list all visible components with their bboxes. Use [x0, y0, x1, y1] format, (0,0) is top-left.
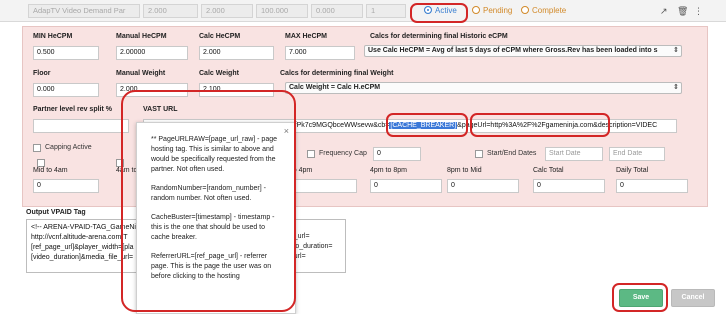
calc-total-label: Calc Total	[533, 167, 564, 174]
weight-calc-label: Calcs for determining final Weight	[280, 70, 394, 77]
external-link-icon[interactable]: ↗	[660, 6, 668, 16]
historic-calc-select[interactable]: Use Calc HeCPM = Avg of last 5 days of e…	[364, 45, 682, 57]
trash-icon[interactable]: 🗑	[677, 6, 688, 16]
calc-total-input[interactable]: 0	[533, 179, 605, 193]
max-hecpm-label: MAX HeCPM	[285, 33, 328, 40]
select-arrows-icon: ⇕	[673, 47, 679, 54]
partner-rev-split-input[interactable]	[33, 119, 129, 133]
manual-hecpm-input[interactable]: 2.00000	[116, 46, 188, 60]
weight-calc-select[interactable]: Calc Weight = Calc H.eCPM ⇕	[285, 82, 682, 94]
floor-input[interactable]: 0.000	[33, 83, 99, 97]
value-cell-3[interactable]: 100.000	[256, 4, 308, 18]
manual-weight-input[interactable]: 2.000	[116, 83, 188, 97]
min-hecpm-label: MIN HeCPM	[33, 33, 73, 40]
manual-hecpm-label: Manual HeCPM	[116, 33, 167, 40]
capping-active-label: Capping Active	[45, 144, 92, 151]
start-date-input[interactable]: Start Date	[545, 147, 603, 161]
4pm-to-8pm-input[interactable]: 0	[370, 179, 442, 193]
vast-url-label: VAST URL	[143, 106, 178, 113]
status-pending-radio[interactable]: Pending	[472, 5, 512, 17]
start-end-dates-checkbox[interactable]	[475, 150, 483, 158]
calc-weight-label: Calc Weight	[199, 70, 239, 77]
select-arrows-icon: ⇕	[673, 84, 679, 91]
4pm-to-8pm-label: 4pm to 8pm	[370, 167, 407, 174]
extra-checkbox-1[interactable]	[37, 159, 45, 167]
mid-to-4am-label: Mid to 4am	[33, 167, 68, 174]
end-date-input[interactable]: End Date	[609, 147, 665, 161]
cancel-button[interactable]: Cancel	[671, 289, 715, 307]
daily-total-input[interactable]: 0	[616, 179, 688, 193]
daily-total-label: Daily Total	[616, 167, 649, 174]
value-cell-4[interactable]: 0.000	[311, 4, 363, 18]
more-icon[interactable]: ⋮	[694, 6, 703, 16]
save-button[interactable]: Save	[619, 289, 663, 307]
radio-selected-icon	[424, 6, 432, 14]
frequency-cap-label: Frequency Cap	[319, 150, 367, 157]
max-hecpm-input[interactable]: 7.000	[285, 46, 355, 60]
value-cell-2[interactable]: 2.000	[201, 4, 253, 18]
frequency-cap-checkbox[interactable]	[307, 150, 315, 158]
tooltip-paragraph: ** PageURLRAW=[page_url_raw] - page host…	[151, 136, 278, 173]
8pm-to-mid-input[interactable]: 0	[447, 179, 519, 193]
manual-weight-label: Manual Weight	[116, 70, 166, 77]
calc-hecpm-label: Calc HeCPM	[199, 33, 241, 40]
capping-active-checkbox[interactable]	[33, 144, 41, 152]
close-icon[interactable]: ×	[284, 126, 289, 136]
floor-label: Floor	[33, 70, 51, 77]
status-active-radio[interactable]: Active	[424, 5, 457, 17]
frequency-cap-input[interactable]: 0	[373, 147, 421, 161]
value-cell-5[interactable]: 1	[366, 4, 406, 18]
tooltip-paragraph: ReferrerURL=[ref_page_url] - referrer pa…	[151, 253, 272, 280]
radio-unselected-icon	[472, 6, 480, 14]
min-hecpm-input[interactable]: 0.500	[33, 46, 99, 60]
8pm-to-mid-label: 8pm to Mid	[447, 167, 482, 174]
calc-hecpm-input[interactable]: 2.000	[199, 46, 274, 60]
status-complete-radio[interactable]: Complete	[521, 5, 566, 17]
start-end-dates-label: Start/End Dates	[487, 150, 537, 157]
tooltip-paragraph: RandomNumber=[random_number] - random nu…	[151, 185, 266, 202]
mid-to-4am-input[interactable]: 0	[33, 179, 99, 193]
tooltip-paragraph: CacheBuster=[timestamp] - timestamp - th…	[151, 214, 275, 241]
edit-panel: MIN HeCPM 0.500 Manual HeCPM 2.00000 Cal…	[22, 26, 708, 207]
vast-url-help-tooltip: × ** PageURLRAW=[page_url_raw] - page ho…	[136, 122, 296, 314]
partner-rev-split-label: Partner level rev split %	[33, 106, 112, 113]
historic-calc-label: Calcs for determining final Historic eCP…	[370, 33, 508, 40]
extra-checkbox-2[interactable]	[116, 159, 124, 167]
partner-name-cell[interactable]: AdapTV Video Demand Par	[28, 4, 140, 18]
value-cell-1[interactable]: 2.000	[143, 4, 198, 18]
calc-weight-input[interactable]: 2.100	[199, 83, 274, 97]
radio-unselected-icon	[521, 6, 529, 14]
output-vpaid-label: Output VPAID Tag	[26, 209, 86, 216]
campaign-row-header: AdapTV Video Demand Par 2.000 2.000 100.…	[0, 0, 726, 22]
